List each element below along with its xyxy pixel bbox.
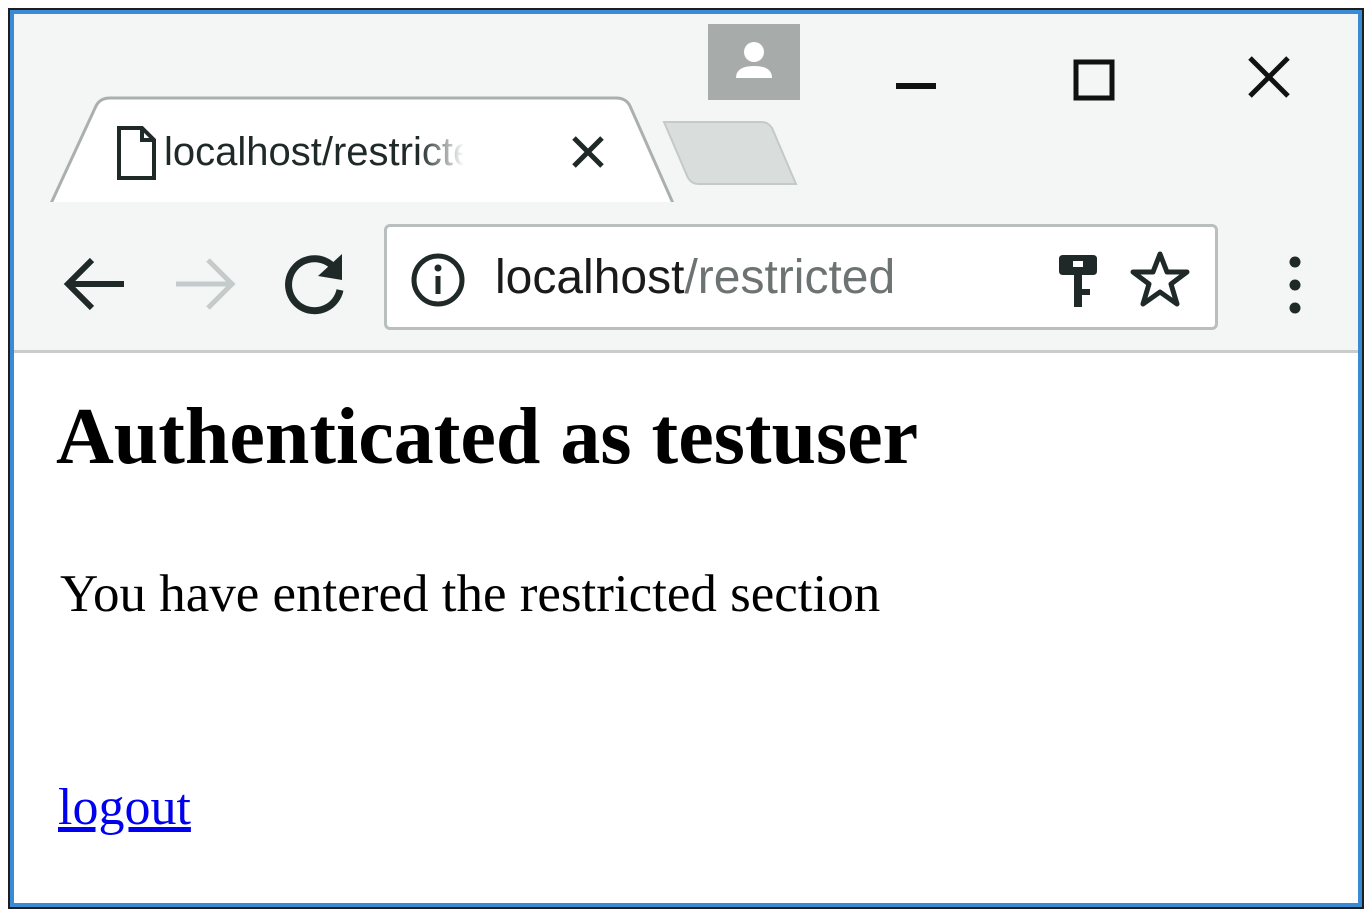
minimize-icon[interactable] <box>876 44 956 114</box>
title-bar: localhost/restricted <box>14 14 1358 212</box>
address-bar[interactable]: localhost/restricted <box>384 224 1218 330</box>
more-vert-icon[interactable] <box>1270 252 1320 318</box>
browser-window: localhost/restricted <box>8 8 1364 909</box>
browser-toolbar: localhost/restricted <box>14 202 1358 353</box>
key-icon[interactable] <box>1051 249 1105 313</box>
page-content: Authenticated as testuser You have enter… <box>14 353 1358 903</box>
maximize-icon[interactable] <box>1054 44 1134 114</box>
profile-button[interactable] <box>708 24 800 100</box>
url-host: localhost <box>495 251 685 304</box>
tab-close-icon[interactable] <box>566 130 610 174</box>
tab-title: localhost/restricted <box>164 130 464 174</box>
new-tab-button[interactable] <box>662 118 800 190</box>
logout-link[interactable]: logout <box>58 773 191 843</box>
close-icon[interactable] <box>1230 44 1310 114</box>
profile-icon <box>736 42 772 78</box>
star-icon[interactable] <box>1129 249 1191 311</box>
reload-icon[interactable] <box>280 248 350 318</box>
page-heading: Authenticated as testuser <box>56 393 919 481</box>
back-arrow-icon[interactable] <box>60 254 130 314</box>
status-message: You have entered the restricted section <box>60 565 881 623</box>
info-icon[interactable] <box>409 251 467 309</box>
forward-arrow-icon[interactable] <box>170 254 240 314</box>
document-icon <box>117 126 156 180</box>
url-text: localhost/restricted <box>495 245 895 311</box>
url-path: /restricted <box>684 251 896 304</box>
